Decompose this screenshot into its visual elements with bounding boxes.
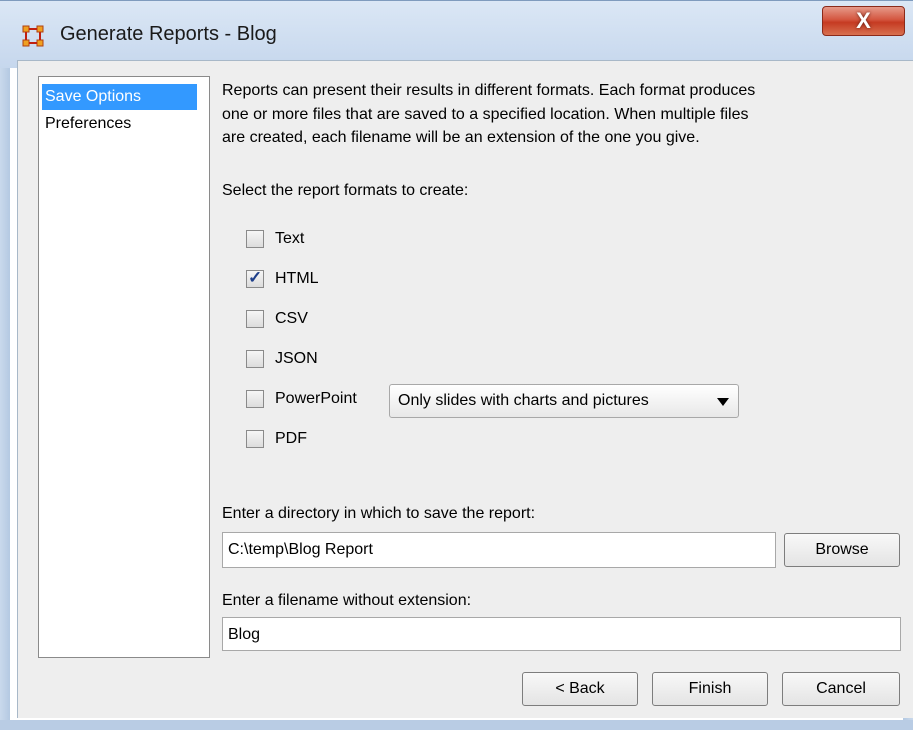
filename-prompt: Enter a filename without extension:	[222, 592, 472, 609]
close-icon: X	[856, 8, 871, 33]
pdf-checkbox[interactable]	[246, 430, 264, 448]
powerpoint-options-dropdown[interactable]: Only slides with charts and pictures	[389, 384, 739, 418]
back-button[interactable]: < Back	[522, 672, 638, 706]
formats-prompt: Select the report formats to create:	[222, 182, 469, 199]
powerpoint-checkbox[interactable]	[246, 390, 264, 408]
sidebar-item-preferences[interactable]: Preferences	[42, 111, 197, 137]
options-sidebar: Save Options Preferences	[38, 76, 210, 658]
finish-button[interactable]: Finish	[652, 672, 768, 706]
directory-input[interactable]: C:\temp\Blog Report	[222, 532, 776, 568]
close-button[interactable]: X	[822, 6, 905, 36]
cancel-button[interactable]: Cancel	[782, 672, 900, 706]
window-frame-bottom	[0, 720, 913, 730]
csv-label: CSV	[275, 310, 308, 327]
report-description: Reports can present their results in dif…	[222, 79, 902, 150]
html-label: HTML	[275, 270, 319, 287]
generate-reports-dialog: Generate Reports - Blog X Save Options P…	[0, 0, 913, 730]
dropdown-arrow-icon	[717, 398, 729, 406]
text-checkbox[interactable]	[246, 230, 264, 248]
powerpoint-option-value: Only slides with charts and pictures	[398, 392, 649, 409]
pdf-label: PDF	[275, 430, 307, 447]
checkmark-icon: ✓	[248, 268, 263, 287]
browse-button[interactable]: Browse	[784, 533, 900, 567]
description-line: are created, each filename will be an ex…	[222, 129, 700, 146]
json-label: JSON	[275, 350, 318, 367]
title-bar[interactable]: Generate Reports - Blog X	[0, 0, 913, 68]
csv-checkbox[interactable]	[246, 310, 264, 328]
dialog-content: Save Options Preferences Reports can pre…	[17, 60, 913, 718]
window-title: Generate Reports - Blog	[60, 23, 277, 45]
window-frame-left	[0, 0, 10, 730]
network-app-icon	[22, 25, 44, 47]
sidebar-item-save-options[interactable]: Save Options	[42, 84, 197, 110]
description-line: Reports can present their results in dif…	[222, 82, 756, 99]
powerpoint-label: PowerPoint	[275, 390, 357, 407]
text-label: Text	[275, 230, 305, 247]
description-line: one or more files that are saved to a sp…	[222, 105, 749, 123]
filename-input[interactable]: Blog	[222, 617, 901, 651]
json-checkbox[interactable]	[246, 350, 264, 368]
html-checkbox[interactable]: ✓	[246, 268, 264, 288]
directory-prompt: Enter a directory in which to save the r…	[222, 505, 536, 522]
